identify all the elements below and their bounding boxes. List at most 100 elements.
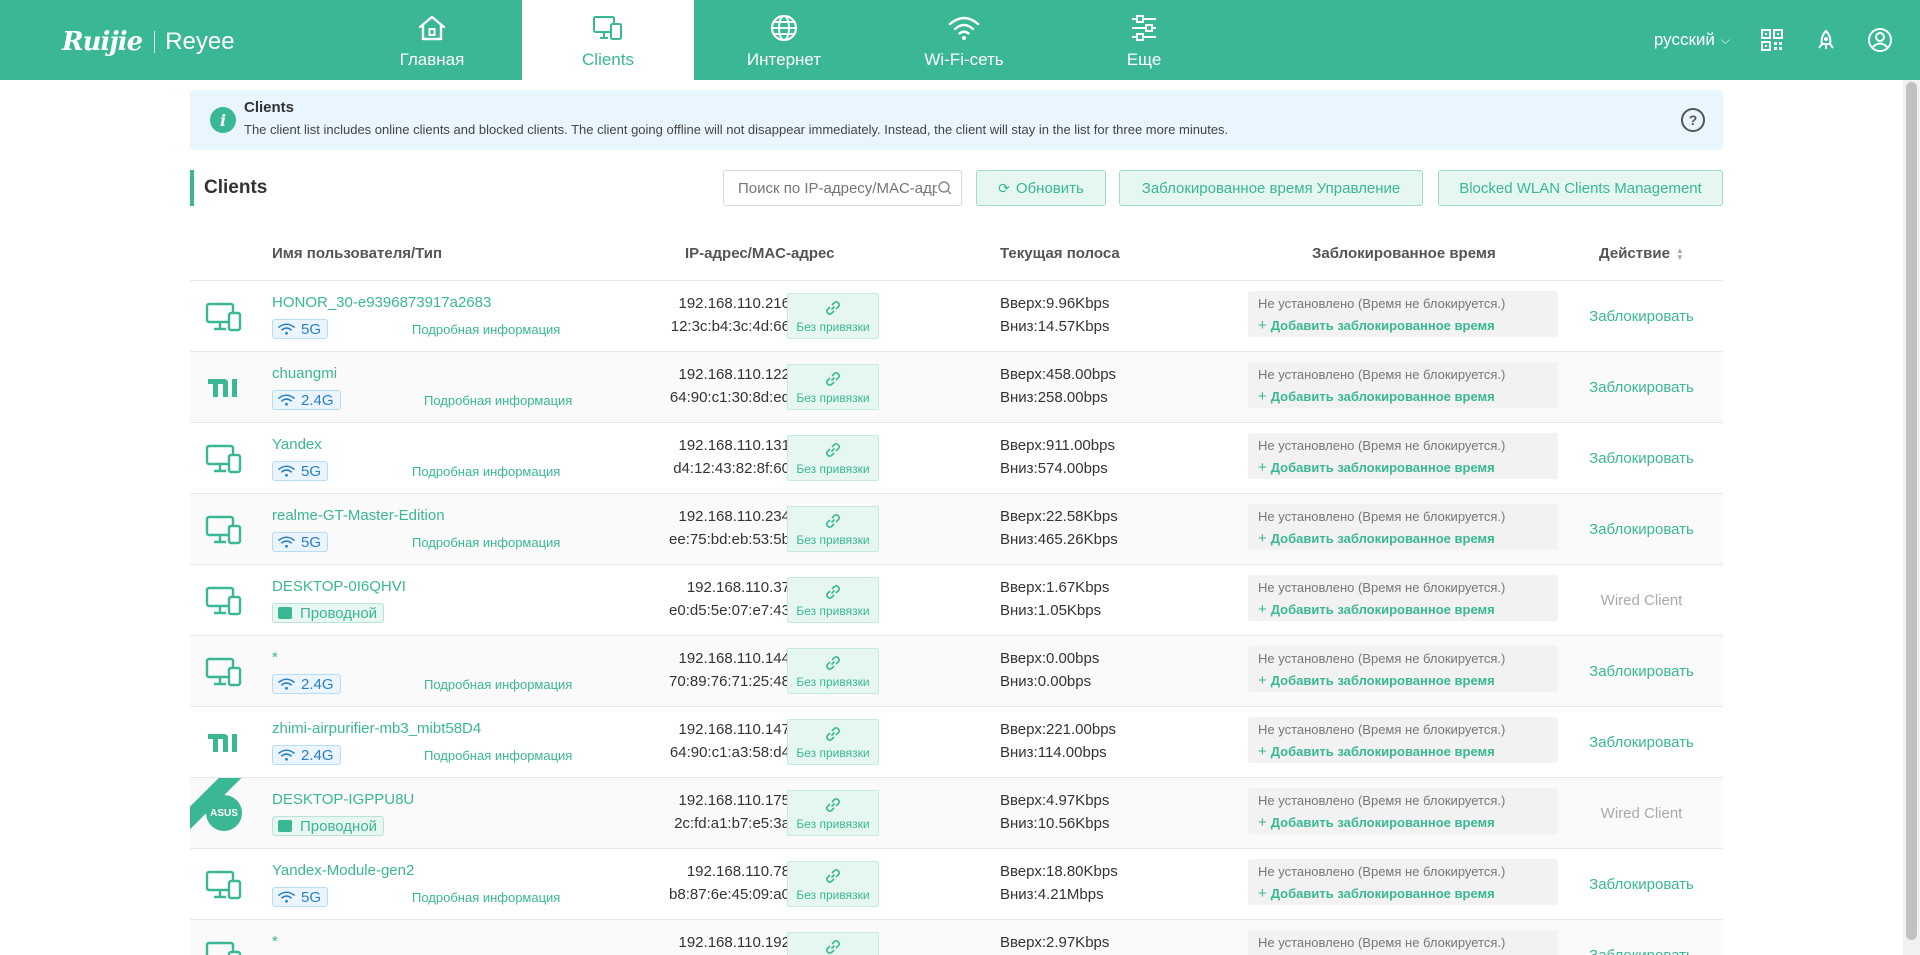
upload-rate: Вверх:4.97Kbps bbox=[1000, 792, 1110, 809]
connection-type-label: Проводной bbox=[300, 604, 378, 622]
add-blocked-time-link[interactable]: + Добавить заблокированное время bbox=[1258, 672, 1495, 689]
block-client-button[interactable]: Заблокировать bbox=[1560, 521, 1723, 538]
blocked-time-status: Не установлено (Время не блокируется.) bbox=[1258, 509, 1506, 524]
header-tools: русский ⌵ bbox=[1654, 0, 1920, 80]
bind-button[interactable]: Без привязки bbox=[787, 932, 879, 955]
blocked-time-management-button[interactable]: Заблокированное время Управление bbox=[1119, 170, 1423, 206]
nav-clients[interactable]: Clients bbox=[522, 0, 694, 80]
add-blocked-time-link[interactable]: + Добавить заблокированное время bbox=[1258, 317, 1495, 334]
ip-address: 192.168.110.131 bbox=[678, 437, 791, 454]
header-blocked-time: Заблокированное время bbox=[1312, 245, 1496, 262]
refresh-button[interactable]: ⟳ Обновить bbox=[976, 170, 1106, 206]
nav-home[interactable]: Главная bbox=[342, 0, 522, 80]
scrollbar-thumb[interactable] bbox=[1906, 82, 1917, 940]
upload-rate: Вверх:0.00bps bbox=[1000, 650, 1100, 667]
client-name[interactable]: * bbox=[272, 649, 278, 666]
bind-button[interactable]: Без привязки bbox=[787, 790, 879, 836]
bind-button[interactable]: Без привязки bbox=[787, 435, 879, 481]
nav-more[interactable]: Еще bbox=[1054, 0, 1234, 80]
language-selector[interactable]: русский ⌵ bbox=[1654, 30, 1730, 50]
block-client-button[interactable]: Заблокировать bbox=[1560, 947, 1723, 955]
ip-address: 192.168.110.216 bbox=[678, 295, 791, 312]
page-scrollbar[interactable] bbox=[1903, 80, 1920, 955]
bind-label: Без привязки bbox=[796, 319, 870, 334]
client-name[interactable]: Yandex-Module-gen2 bbox=[272, 862, 414, 879]
bind-button[interactable]: Без привязки bbox=[787, 293, 879, 339]
bind-button[interactable]: Без привязки bbox=[787, 364, 879, 410]
help-icon[interactable]: ? bbox=[1681, 108, 1705, 132]
download-rate: Вниз:258.00bps bbox=[1000, 389, 1108, 406]
blocked-time-box: Не установлено (Время не блокируется.) +Д… bbox=[1248, 504, 1558, 550]
client-name[interactable]: realme-GT-Master-Edition bbox=[272, 507, 445, 524]
bind-button[interactable]: Без привязки bbox=[787, 719, 879, 765]
add-blocked-time-link[interactable]: + Добавить заблокированное время bbox=[1258, 743, 1495, 760]
search-input[interactable] bbox=[738, 179, 938, 197]
bind-button[interactable]: Без привязки bbox=[787, 577, 879, 623]
client-name[interactable]: zhimi-airpurifier-mb3_mibt58D4 bbox=[272, 720, 481, 737]
add-blocked-time-link[interactable]: + Добавить заблокированное время bbox=[1258, 388, 1495, 405]
add-blocked-time-link[interactable]: + Добавить заблокированное время bbox=[1258, 601, 1495, 618]
upload-rate: Вверх:458.00bps bbox=[1000, 366, 1117, 383]
bind-button[interactable]: Без привязки bbox=[787, 648, 879, 694]
blocked-time-box: Не установлено (Время не блокируется.) +Д… bbox=[1248, 646, 1558, 692]
link-icon bbox=[824, 654, 842, 675]
refresh-icon: ⟳ bbox=[998, 179, 1010, 196]
block-client-button[interactable]: Заблокировать bbox=[1560, 450, 1723, 467]
band-badge: 5G bbox=[272, 461, 329, 481]
add-blocked-time-link[interactable]: + Добавить заблокированное время bbox=[1258, 814, 1495, 831]
blocked-time-box: Не установлено (Время не блокируется.)+Д… bbox=[1248, 930, 1558, 955]
band-label: 2.4G bbox=[301, 675, 334, 693]
client-name[interactable]: HONOR_30-e9396873917a2683 bbox=[272, 294, 491, 311]
plus-icon: + bbox=[1258, 530, 1267, 547]
bind-button[interactable]: Без привязки bbox=[787, 506, 879, 552]
ruijie-reyee-logo[interactable]: Ruijie Reyee bbox=[62, 27, 235, 57]
table-row: DESKTOP-0I6QHVI Проводной 192.168.110.37 e0… bbox=[190, 564, 1723, 635]
upload-rate: Вверх:2.97Kbps bbox=[1000, 934, 1110, 951]
bind-button[interactable]: Без привязки bbox=[787, 861, 879, 907]
band-badge: 2.4G bbox=[272, 390, 341, 410]
client-name[interactable]: Yandex bbox=[272, 436, 322, 453]
asus-logo: ASUS bbox=[206, 795, 242, 831]
band-badge: 5G bbox=[272, 887, 329, 907]
download-rate: Вниз:114.00bps bbox=[1000, 744, 1107, 761]
client-name[interactable]: DESKTOP-IGPPU8U bbox=[272, 791, 414, 808]
block-client-button[interactable]: Заблокировать bbox=[1560, 663, 1723, 680]
client-name[interactable]: DESKTOP-0I6QHVI bbox=[272, 578, 406, 595]
sort-icon[interactable]: ▲ ▼ bbox=[1676, 246, 1684, 261]
add-blocked-time-link[interactable]: + Добавить заблокированное время bbox=[1258, 530, 1495, 547]
client-name[interactable]: chuangmi bbox=[272, 365, 337, 382]
nav-wifi[interactable]: Wi-Fi-сеть bbox=[874, 0, 1054, 80]
qr-code-icon[interactable] bbox=[1758, 26, 1786, 54]
bind-label: Без привязки bbox=[796, 603, 870, 618]
blocked-time-status: Не установлено (Время не блокируется.) bbox=[1258, 651, 1506, 666]
computer-device-icon bbox=[204, 938, 244, 955]
block-client-button[interactable]: Заблокировать bbox=[1560, 379, 1723, 396]
nav-internet[interactable]: Интернет bbox=[694, 0, 874, 80]
client-name[interactable]: * bbox=[272, 933, 278, 950]
connection-type-badge: Проводной bbox=[272, 603, 385, 623]
add-blocked-time-link[interactable]: + Добавить заблокированное время bbox=[1258, 885, 1495, 902]
add-blocked-time-label: Добавить заблокированное время bbox=[1270, 602, 1495, 617]
ip-address: 192.168.110.147 bbox=[678, 721, 791, 738]
blocked-time-box: Не установлено (Время не блокируется.)+Д… bbox=[1248, 788, 1558, 834]
search-box[interactable] bbox=[723, 170, 962, 206]
nav-home-label: Главная bbox=[399, 50, 465, 69]
plus-icon: + bbox=[1258, 601, 1267, 618]
header-action[interactable]: Действие ▲ ▼ bbox=[1599, 245, 1684, 262]
mac-address: e0:d5:5e:07:e7:43 bbox=[669, 602, 790, 619]
block-client-button[interactable]: Заблокировать bbox=[1560, 734, 1723, 751]
blocked-time-box: Не установлено (Время не блокируется.)+Д… bbox=[1248, 362, 1558, 408]
block-client-button[interactable]: Заблокировать bbox=[1560, 308, 1723, 325]
header-ip: IP-адрес/MAC-адрес bbox=[685, 245, 835, 262]
blocked-wlan-clients-button[interactable]: Blocked WLAN Clients Management bbox=[1438, 170, 1723, 206]
table-row: zhimi-airpurifier-mb3_mibt58D4 2.4G Подроб… bbox=[190, 706, 1723, 777]
add-blocked-time-link[interactable]: + Добавить заблокированное время bbox=[1258, 459, 1495, 476]
network-diagnose-icon[interactable] bbox=[1812, 26, 1840, 54]
globe-icon bbox=[766, 10, 802, 46]
add-blocked-time-label: Добавить заблокированное время bbox=[1270, 886, 1495, 901]
user-account-icon[interactable] bbox=[1866, 26, 1894, 54]
add-blocked-time-label: Добавить заблокированное время bbox=[1270, 673, 1495, 688]
bind-label: Без привязки bbox=[796, 887, 870, 902]
ip-address: 192.168.110.234 bbox=[678, 508, 791, 525]
block-client-button[interactable]: Заблокировать bbox=[1560, 876, 1723, 893]
